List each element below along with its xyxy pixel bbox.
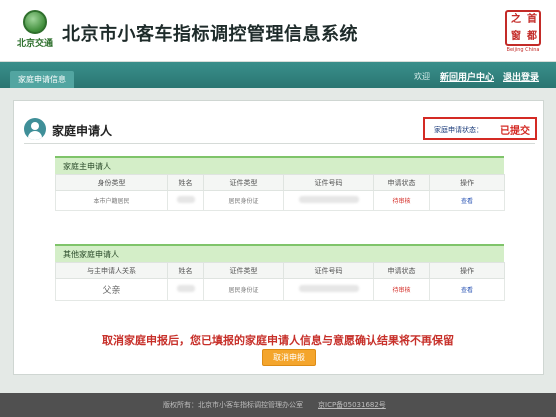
nav-bar: 家庭申请信息 欢迎 新回用户中心 退出登录 bbox=[0, 62, 556, 88]
other-applicants-section: 其他家庭申请人 与主申请人关系 姓名 证件类型 证件号码 申请状态 操作 父亲 … bbox=[55, 244, 505, 302]
relation-cell: 父亲 bbox=[55, 278, 168, 301]
other-applicants-table: 与主申请人关系 姓名 证件类型 证件号码 申请状态 操作 父亲 居民身份证 待审… bbox=[55, 262, 505, 301]
section-header: 其他家庭申请人 bbox=[55, 244, 504, 262]
application-status-box: 家庭申请状态： 已提交 bbox=[423, 117, 537, 140]
id-type-cell: 居民身份证 bbox=[203, 278, 284, 301]
column-header: 操作 bbox=[429, 262, 505, 279]
id-number-cell-redacted bbox=[283, 278, 374, 301]
view-link[interactable]: 查看 bbox=[429, 278, 505, 301]
section-title: 家庭主申请人 bbox=[63, 162, 111, 171]
name-cell-redacted bbox=[167, 278, 204, 301]
table-row: 父亲 居民身份证 待审核 查看 bbox=[55, 278, 505, 301]
globe-icon bbox=[23, 10, 47, 34]
column-header: 身份类型 bbox=[55, 174, 168, 191]
seal-char: 之 bbox=[511, 14, 521, 25]
id-type-cell: 居民身份证 bbox=[203, 190, 284, 211]
section-title: 其他家庭申请人 bbox=[63, 250, 119, 259]
table-header-row: 与主申请人关系 姓名 证件类型 证件号码 申请状态 操作 bbox=[55, 262, 505, 279]
person-icon bbox=[24, 118, 46, 140]
id-number-cell-redacted bbox=[283, 190, 374, 211]
identity-type-cell: 本市户籍居民 bbox=[55, 190, 168, 211]
site-title: 北京市小客车指标调控管理信息系统 bbox=[62, 24, 358, 45]
cancel-warning-text: 取消家庭申报后，您已填报的家庭申请人信息与意愿确认结果将不再保留 bbox=[102, 334, 454, 347]
status-label: 家庭申请状态： bbox=[434, 126, 483, 134]
column-header: 证件号码 bbox=[283, 174, 374, 191]
seal-char: 首 bbox=[527, 14, 537, 25]
logout-link[interactable]: 退出登录 bbox=[503, 70, 539, 83]
icp-link[interactable]: 京ICP备05031682号 bbox=[318, 400, 386, 410]
column-header: 申请状态 bbox=[373, 174, 430, 191]
seal-caption: Beijing China bbox=[506, 47, 540, 53]
logo-text: 北京交通 bbox=[16, 39, 53, 49]
welcome-text: 欢迎 bbox=[414, 72, 430, 81]
table-row: 本市户籍居民 居民身份证 待审核 查看 bbox=[55, 190, 505, 211]
status-value: 已提交 bbox=[500, 126, 530, 137]
panel-title: 家庭申请人 bbox=[52, 124, 113, 138]
section-header: 家庭主申请人 bbox=[55, 156, 504, 174]
view-link[interactable]: 查看 bbox=[429, 190, 505, 211]
page-footer: 版权所有：北京市小客车指标调控管理办公室 京ICP备05031682号 bbox=[0, 393, 556, 417]
name-cell-redacted bbox=[167, 190, 204, 211]
column-header: 操作 bbox=[429, 174, 505, 191]
column-header: 申请状态 bbox=[373, 262, 430, 279]
column-header: 证件类型 bbox=[203, 262, 284, 279]
table-header-row: 身份类型 姓名 证件类型 证件号码 申请状态 操作 bbox=[55, 174, 505, 191]
status-cell: 待审核 bbox=[373, 278, 430, 301]
column-header: 证件类型 bbox=[203, 174, 284, 191]
column-header: 姓名 bbox=[167, 262, 204, 279]
column-header: 证件号码 bbox=[283, 262, 374, 279]
status-cell: 待审核 bbox=[373, 190, 430, 211]
tab-family-application[interactable]: 家庭申请信息 bbox=[10, 71, 74, 88]
cancel-application-button[interactable]: 取消申报 bbox=[262, 349, 316, 366]
capital-window-seal-icon: 首 都 之 窗 bbox=[505, 10, 541, 46]
primary-applicant-table: 身份类型 姓名 证件类型 证件号码 申请状态 操作 本市户籍居民 居民身份证 待… bbox=[55, 174, 505, 211]
page-header: 北京交通 北京市小客车指标调控管理信息系统 首 都 之 窗 Beijing Ch… bbox=[0, 0, 556, 62]
column-header: 姓名 bbox=[167, 174, 204, 191]
copyright-text: 版权所有：北京市小客车指标调控管理办公室 bbox=[163, 401, 303, 409]
seal-char: 都 bbox=[527, 31, 537, 42]
beijing-transport-logo[interactable]: 北京交通 bbox=[15, 10, 55, 50]
divider bbox=[24, 143, 535, 144]
seal-char: 窗 bbox=[511, 31, 521, 42]
column-header: 与主申请人关系 bbox=[55, 262, 168, 279]
family-applicant-panel: 家庭申请人 家庭申请状态： 已提交 家庭主申请人 身份类型 姓名 证件类型 证件… bbox=[13, 100, 544, 375]
primary-applicant-section: 家庭主申请人 身份类型 姓名 证件类型 证件号码 申请状态 操作 本市户籍居民 … bbox=[55, 156, 505, 212]
user-center-link[interactable]: 新回用户中心 bbox=[440, 70, 494, 83]
